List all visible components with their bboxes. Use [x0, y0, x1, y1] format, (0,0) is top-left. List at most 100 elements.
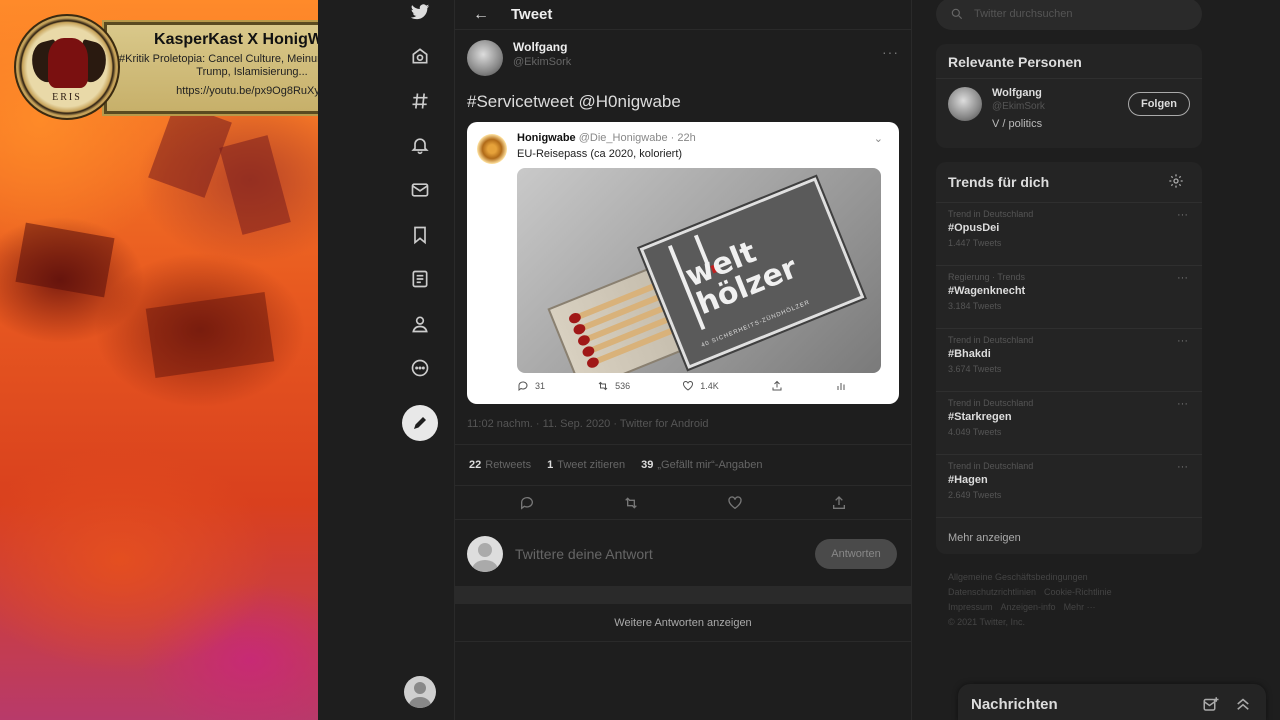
likes-stat[interactable]: 39 „Gefällt mir“-Angaben	[641, 459, 762, 471]
author-avatar[interactable]	[467, 40, 503, 76]
quotes-label: Tweet zitieren	[557, 459, 626, 471]
arrow-left-icon[interactable]: ←	[473, 6, 503, 24]
trend-item[interactable]: Trend in Deutschland #Starkregen 4.049 T…	[936, 392, 1202, 455]
footer-link[interactable]: Anzeigen-info	[1001, 602, 1056, 612]
search-placeholder: Twitter durchsuchen	[974, 8, 1073, 20]
trend-count: 3.674 Tweets	[948, 364, 1002, 374]
trend-item[interactable]: Regierung · Trends #Wagenknecht 3.184 Tw…	[936, 266, 1202, 329]
gear-icon[interactable]	[1168, 173, 1184, 189]
footer-link[interactable]: Allgemeine Geschäftsbedingungen	[948, 572, 1088, 582]
compose-button[interactable]	[402, 405, 438, 441]
notifications-icon[interactable]	[398, 129, 442, 161]
messages-drawer[interactable]: Nachrichten	[958, 684, 1266, 720]
share-icon	[772, 380, 782, 391]
trend-tag: #OpusDei	[948, 222, 1000, 234]
author-name[interactable]: Wolfgang	[513, 40, 571, 54]
left-nav	[398, 0, 442, 720]
trend-more-icon[interactable]: ···	[1177, 461, 1188, 473]
quotes-stat[interactable]: 1 Tweet zitieren	[547, 459, 625, 471]
profile-icon[interactable]	[398, 308, 442, 340]
footer-link[interactable]: Cookie-Richtlinie	[1044, 587, 1112, 597]
tweet-author[interactable]: Wolfgang @EkimSork	[467, 40, 571, 76]
footer-link[interactable]: Datenschutzrichtlinien	[948, 587, 1036, 597]
quoted-image[interactable]: welt hölzer 40 SICHERHEITS-ZÜNDHÖLZER	[517, 168, 881, 373]
trend-item[interactable]: Trend in Deutschland #Hagen 2.649 Tweets…	[936, 455, 1202, 518]
author-handle[interactable]: @EkimSork	[513, 56, 571, 68]
trend-context: Trend in Deutschland	[948, 398, 1034, 408]
reply-icon	[518, 381, 528, 391]
retweet-icon[interactable]	[623, 495, 639, 511]
trend-context: Trend in Deutschland	[948, 209, 1034, 219]
search-input[interactable]: Twitter durchsuchen	[936, 0, 1202, 30]
quoted-analytics-button[interactable]	[835, 380, 847, 392]
home-icon[interactable]	[398, 40, 442, 72]
reply-icon[interactable]	[519, 495, 535, 511]
quoted-retweet-button[interactable]: 536	[597, 380, 630, 392]
share-icon[interactable]	[831, 495, 847, 511]
trend-item[interactable]: Trend in Deutschland #OpusDei 1.447 Twee…	[936, 203, 1202, 266]
chevron-up-double-icon[interactable]	[1234, 695, 1252, 713]
messages-icon[interactable]	[398, 174, 442, 206]
chevron-down-icon[interactable]: ⌄	[874, 132, 883, 145]
section-divider	[455, 586, 911, 604]
more-replies-link[interactable]: Weitere Antworten anzeigen	[455, 604, 911, 642]
video-shard	[219, 135, 291, 235]
account-avatar[interactable]	[404, 676, 436, 708]
trend-item[interactable]: Trend in Deutschland #Bhakdi 3.674 Tweet…	[936, 329, 1202, 392]
twitter-logo-icon[interactable]	[398, 0, 442, 28]
heart-icon	[683, 381, 694, 391]
more-icon[interactable]	[398, 352, 442, 384]
trend-more-icon[interactable]: ···	[1177, 398, 1188, 410]
explore-icon[interactable]	[398, 85, 442, 117]
tweet-more-icon[interactable]: ···	[882, 44, 899, 60]
trend-count: 4.049 Tweets	[948, 427, 1002, 437]
reply-avatar	[467, 536, 503, 572]
main-column: ← Tweet Wolfgang @EkimSork ··· #Servicet…	[454, 0, 912, 720]
footer-link[interactable]: Mehr ···	[1064, 602, 1096, 612]
tweet-actions	[455, 486, 911, 520]
reply-composer: Twittere deine Antwort Antworten	[467, 534, 897, 574]
person-bio: V / politics	[992, 118, 1043, 130]
reply-input[interactable]: Twittere deine Antwort	[515, 546, 815, 562]
footer-link[interactable]: Impressum	[948, 602, 993, 612]
retweets-stat[interactable]: 22 Retweets	[469, 459, 531, 471]
tweet-meta[interactable]: 11:02 nachm. · 11. Sep. 2020 · Twitter f…	[467, 418, 709, 430]
messages-title: Nachrichten	[971, 695, 1058, 713]
trend-count: 2.649 Tweets	[948, 490, 1002, 500]
bookmarks-icon[interactable]	[398, 219, 442, 251]
person-avatar[interactable]	[948, 87, 982, 121]
relevant-people-title: Relevante Personen	[936, 44, 1202, 79]
trend-more-icon[interactable]: ···	[1177, 335, 1188, 347]
person-handle[interactable]: @EkimSork	[992, 101, 1045, 112]
logo-text: ERIS	[52, 92, 82, 103]
copyright-text: © 2021 Twitter, Inc.	[948, 617, 1026, 627]
lists-icon[interactable]	[398, 263, 442, 295]
quoted-reply-count: 31	[535, 381, 546, 391]
tweet-stats: 22 Retweets 1 Tweet zitieren 39 „Gefällt mi…	[455, 444, 911, 486]
quoted-like-button[interactable]: 1.4K	[682, 380, 719, 392]
quoted-retweet-count: 536	[615, 381, 631, 391]
retweets-label: Retweets	[485, 459, 532, 471]
new-message-icon[interactable]	[1202, 695, 1220, 713]
retweet-icon	[598, 381, 608, 391]
person-card[interactable]: Wolfgang @EkimSork V / politics Folgen	[936, 79, 1202, 147]
show-more-trends-link[interactable]: Mehr anzeigen	[936, 518, 1202, 554]
heart-icon[interactable]	[727, 495, 743, 511]
trend-count: 3.184 Tweets	[948, 301, 1002, 311]
trend-tag: #Hagen	[948, 474, 988, 486]
follow-button[interactable]: Folgen	[1128, 92, 1190, 116]
reply-button[interactable]: Antworten	[815, 539, 897, 569]
relevant-people-panel: Relevante Personen Wolfgang @EkimSork V …	[936, 44, 1202, 148]
quoted-reply-button[interactable]: 31	[517, 380, 545, 392]
main-header: ← Tweet	[455, 0, 911, 30]
quoted-tweet[interactable]: Honigwabe @Die_Honigwabe · 22h ⌄ EU-Reis…	[467, 122, 899, 404]
trend-more-icon[interactable]: ···	[1177, 272, 1188, 284]
page-title: Tweet	[511, 6, 553, 23]
person-name[interactable]: Wolfgang	[992, 87, 1045, 99]
trend-context: Regierung · Trends	[948, 272, 1026, 282]
trend-more-icon[interactable]: ···	[1177, 209, 1188, 221]
analytics-icon	[837, 383, 845, 390]
quoted-avatar[interactable]	[477, 134, 507, 164]
quoted-share-button[interactable]	[771, 380, 783, 392]
trends-title-text: Trends für dich	[948, 174, 1050, 190]
